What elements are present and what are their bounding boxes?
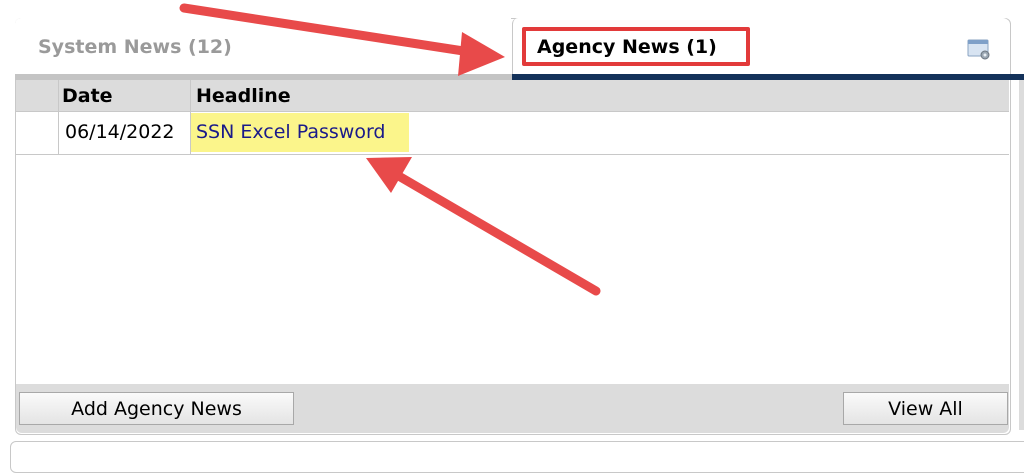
window-settings-icon[interactable]: [967, 38, 991, 60]
add-agency-news-button[interactable]: Add Agency News: [19, 392, 294, 425]
tab-system-news-label: System News (12): [38, 36, 232, 58]
view-all-button[interactable]: View All: [843, 392, 1008, 425]
tab-system-news[interactable]: System News (12): [15, 18, 511, 74]
news-date: 06/14/2022: [65, 121, 175, 143]
news-headline-link[interactable]: SSN Excel Password: [196, 121, 386, 143]
adjacent-panel-edge: [1019, 80, 1024, 430]
column-header-date: Date: [62, 85, 113, 107]
table-header: Date Headline: [16, 80, 1009, 112]
column-header-headline: Headline: [196, 85, 291, 107]
lower-panel: [10, 441, 1024, 473]
annotation-box: [522, 27, 750, 66]
